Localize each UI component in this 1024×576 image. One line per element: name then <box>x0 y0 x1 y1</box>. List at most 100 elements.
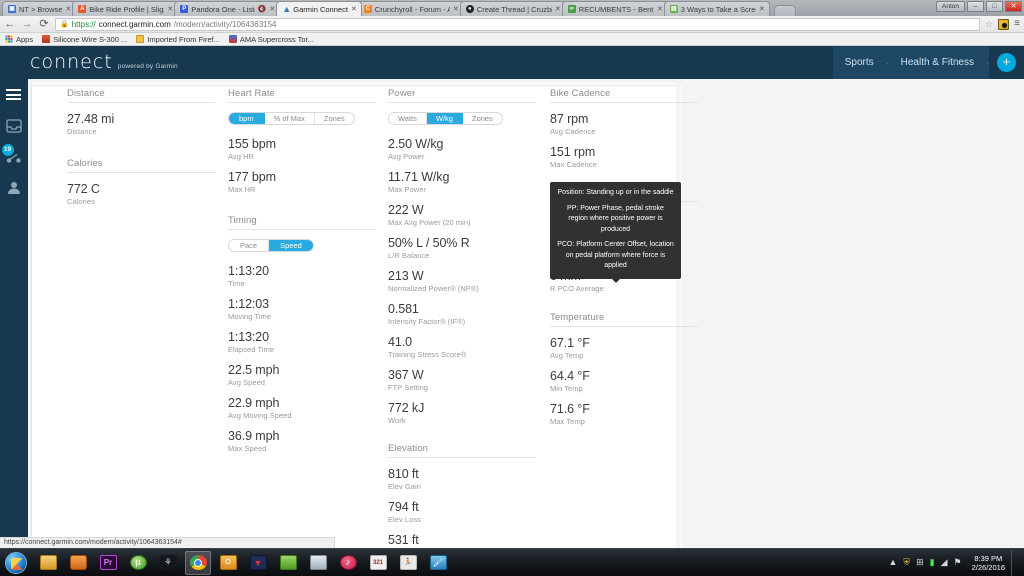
browser-tab[interactable]: P Pandora One - Listen t: 🔇 ✕ <box>174 1 281 16</box>
browser-tab[interactable]: ▤ 3 Ways to Take a Screensh ✕ <box>663 1 770 16</box>
stat-calories: 772 C Calories <box>67 182 215 207</box>
favicon-icon <box>42 35 51 43</box>
column-power-elevation: Power Watts W/kg Zones 2.50 W/kg Avg Pow… <box>388 88 536 548</box>
fitness-lite-icon[interactable]: 🏃 <box>395 551 421 575</box>
toggle-watts[interactable]: Watts <box>389 113 427 124</box>
windows-icon[interactable]: ⊞ <box>916 558 924 567</box>
connections-icon[interactable]: 19 <box>1 144 23 165</box>
browser-tab[interactable]: ∞ RECUMBENTS - BentRider ✕ <box>561 1 668 16</box>
bookmark-star-icon[interactable]: ☆ <box>985 19 993 30</box>
stat-value: 1:12:03 <box>228 297 270 311</box>
stat-label: Moving Time <box>228 312 272 321</box>
close-icon[interactable]: ✕ <box>269 5 275 13</box>
toggle-bpm[interactable]: bpm <box>229 113 265 124</box>
browser-tab[interactable]: A Bike Ride Profile | Slightly ✕ <box>72 1 179 16</box>
toggle-wkg[interactable]: W/kg <box>426 113 463 124</box>
close-icon[interactable]: ✕ <box>65 5 71 13</box>
premiere-pro-icon[interactable]: Pr <box>95 551 121 575</box>
back-button[interactable]: ← <box>4 18 16 30</box>
start-button[interactable] <box>1 550 31 576</box>
browser-tab-active[interactable]: ▲ Garmin Connect ✕ <box>276 1 362 16</box>
heart-rate-unit-toggle[interactable]: bpm % of Max Zones <box>228 112 355 125</box>
thunderbird-icon[interactable]: ▼ <box>245 551 271 575</box>
close-button[interactable]: ✕ <box>1005 1 1022 12</box>
adblock-extension-icon[interactable] <box>998 18 1010 30</box>
toggle-speed[interactable]: Speed <box>269 240 313 251</box>
battery-icon[interactable]: ▮ <box>930 558 935 567</box>
reload-button[interactable]: ⟳ <box>38 18 50 30</box>
close-icon[interactable]: ✕ <box>759 5 765 13</box>
show-desktop-button[interactable] <box>1011 549 1018 576</box>
explorer-icon[interactable] <box>35 551 61 575</box>
window-controls: Anton – □ ✕ <box>936 1 1022 12</box>
url-path: /modern/activity/1064363154 <box>173 19 277 29</box>
music-icon[interactable]: ♪ <box>335 551 361 575</box>
stat-max-cadence: 151 rpm Max Cadence <box>550 145 698 170</box>
close-icon[interactable]: ✕ <box>167 5 173 13</box>
calendar-icon[interactable]: 321 <box>365 551 391 575</box>
stat-work: 772 kJ Work <box>388 401 536 426</box>
connections-badge: 19 <box>1 144 14 156</box>
sketchup-icon[interactable]: ⚘ <box>155 551 181 575</box>
stat-label: Normalized Power® (NP®) <box>388 284 479 293</box>
garmin-triangle-icon: ▲ <box>282 4 292 14</box>
browser-tab[interactable]: ▣ NT > Browse ✕ <box>2 1 77 16</box>
shield-icon[interactable]: ⛨ <box>903 558 910 567</box>
close-icon[interactable]: ✕ <box>555 5 561 13</box>
toggle-zones[interactable]: Zones <box>315 113 354 124</box>
taskbar-clock[interactable]: 8:39 PM 2/26/2016 <box>968 554 1005 572</box>
browser-tab[interactable]: ● Create Thread | Cruzbike F ✕ <box>459 1 566 16</box>
bookmark-item[interactable]: AMA Supercross Tor... <box>228 35 314 44</box>
menu-icon[interactable] <box>5 88 23 103</box>
section-title-elevation: Elevation <box>388 443 536 458</box>
forward-button[interactable]: → <box>21 18 33 30</box>
add-button[interactable]: + <box>997 53 1016 72</box>
toggle-pace[interactable]: Pace <box>229 240 270 251</box>
nav-sports[interactable]: Sports <box>832 46 886 79</box>
close-icon[interactable]: ✕ <box>657 5 663 13</box>
flag-icon[interactable]: ⚑ <box>954 558 962 567</box>
plus-icon: + <box>1002 54 1011 69</box>
power-unit-toggle[interactable]: Watts W/kg Zones <box>388 112 503 125</box>
notepad-icon[interactable] <box>305 551 331 575</box>
maximize-button[interactable]: □ <box>986 1 1003 12</box>
minimize-button[interactable]: – <box>967 1 984 12</box>
stat-label: Avg Temp <box>550 351 584 360</box>
new-tab-button[interactable] <box>773 5 796 16</box>
mute-icon[interactable]: 🔇 <box>258 5 267 13</box>
utorrent-icon[interactable]: µ <box>125 551 151 575</box>
volume-icon[interactable]: ◢ <box>941 558 948 567</box>
stat-label: L/R Balance <box>388 251 430 260</box>
tab-label: Crunchyroll - Forum - An: <box>374 4 450 14</box>
excel-icon[interactable] <box>275 551 301 575</box>
show-hidden-icons-button[interactable]: ▲ <box>888 558 897 567</box>
stat-label: FTP Setting <box>388 383 429 392</box>
close-icon[interactable]: ✕ <box>453 5 459 13</box>
stat-value: 1:13:20 <box>228 330 270 344</box>
stat-min-elev: 531 ft Min Elev <box>388 533 536 548</box>
bookmark-folder[interactable]: Imported From Firef... <box>136 35 220 44</box>
browser-toolbar: ← → ⟳ 🔒 https://connect.garmin.com/moder… <box>0 16 1024 33</box>
paint-icon[interactable]: 🖌 <box>425 551 451 575</box>
stat-label: Elapsed Time <box>228 345 275 354</box>
profile-icon[interactable] <box>6 181 23 196</box>
close-icon[interactable]: ✕ <box>351 5 357 13</box>
app-logo[interactable]: connect powered by Garmin <box>30 53 178 72</box>
account-button[interactable]: Anton <box>936 1 965 12</box>
address-bar[interactable]: 🔒 https://connect.garmin.com/modern/acti… <box>55 17 981 31</box>
stat-label: Elev Gain <box>388 482 421 491</box>
toggle-zones[interactable]: Zones <box>463 113 502 124</box>
media-player-icon[interactable] <box>65 551 91 575</box>
stat-avg-power: 2.50 W/kg Avg Power <box>388 137 536 162</box>
inbox-icon[interactable] <box>5 119 23 134</box>
timing-unit-toggle[interactable]: Pace Speed <box>228 239 314 252</box>
bookmark-item[interactable]: Silicone Wire S-300 ... <box>42 35 127 44</box>
office-icon[interactable]: O <box>215 551 241 575</box>
chrome-menu-icon[interactable]: ≡ <box>1014 19 1020 29</box>
nav-health-fitness[interactable]: Health & Fitness <box>888 46 986 79</box>
chrome-icon[interactable] <box>185 550 211 575</box>
apps-grid-icon <box>5 35 13 43</box>
bookmark-apps[interactable]: Apps <box>5 35 33 44</box>
toggle-percent-of-max[interactable]: % of Max <box>265 113 315 124</box>
browser-tab[interactable]: C Crunchyroll - Forum - An: ✕ <box>357 1 464 16</box>
